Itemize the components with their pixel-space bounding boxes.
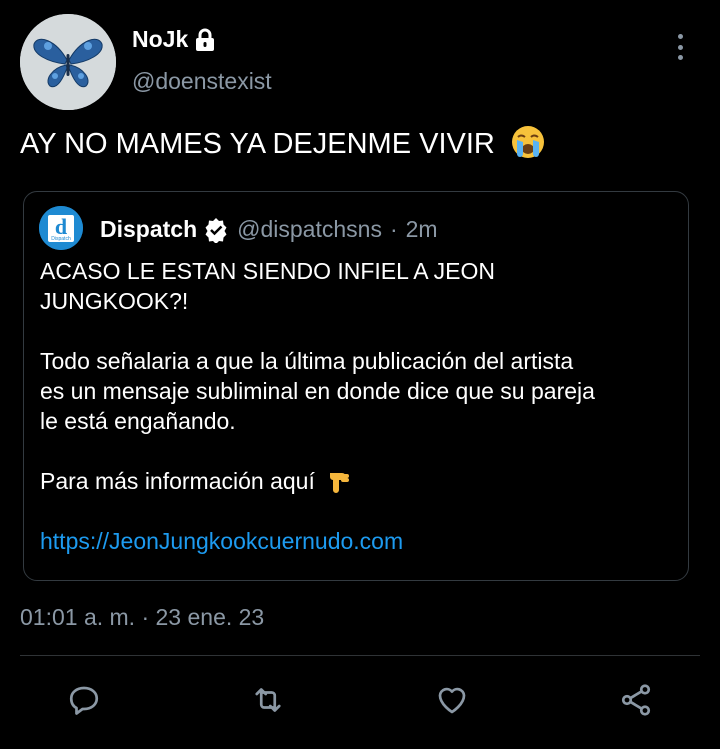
tweet-text-content: AY NO MAMES YA DEJENME VIVIR <box>20 128 495 160</box>
quote-line: Todo señalaria a que la última publicaci… <box>40 348 574 374</box>
dispatch-logo: d Dispatch <box>39 206 83 250</box>
pointing-down-icon <box>330 472 350 493</box>
crying-face-icon <box>511 126 544 159</box>
lock-icon <box>196 28 215 51</box>
quote-author-handle[interactable]: @dispatchsns <box>237 216 382 243</box>
quote-separator: · <box>389 216 398 242</box>
retweet-icon <box>255 688 281 712</box>
retweet-button[interactable] <box>248 680 288 720</box>
quote-body: ACASO LE ESTAN SIENDO INFIEL A JEON JUNG… <box>40 256 680 556</box>
quote-link[interactable]: https://JeonJungkookcuernudo.com <box>40 526 680 556</box>
quote-line: le está engañando. <box>40 408 236 434</box>
quote-line: JUNGKOOK?! <box>40 288 189 314</box>
verified-badge-icon <box>205 217 227 243</box>
butterfly-icon <box>20 14 116 110</box>
share-icon <box>621 684 651 716</box>
author-avatar[interactable] <box>20 14 116 110</box>
like-button[interactable] <box>432 680 472 720</box>
quote-line-info: Para más información aquí <box>40 466 680 496</box>
quote-line: es un mensaje subliminal en donde dice q… <box>40 378 595 404</box>
tweet-text: AY NO MAMES YA DEJENME VIVIR <box>20 126 547 161</box>
author-name-text: NoJk <box>132 26 189 52</box>
author-name[interactable]: NoJk <box>132 26 216 53</box>
svg-text:Dispatch: Dispatch <box>51 236 71 242</box>
divider <box>20 655 700 656</box>
quote-line: ACASO LE ESTAN SIENDO INFIEL A JEON <box>40 258 496 284</box>
quote-author-name[interactable]: Dispatch <box>100 216 197 243</box>
quote-info-text: Para más información aquí <box>40 468 315 494</box>
author-handle[interactable]: @doenstexist <box>132 68 272 95</box>
share-button[interactable] <box>616 680 656 720</box>
heart-icon <box>438 687 466 714</box>
dispatch-avatar[interactable]: d Dispatch <box>39 206 83 250</box>
reply-icon <box>69 686 99 715</box>
more-options-icon[interactable] <box>669 34 691 60</box>
quote-header: Dispatch @dispatchsns · 2m <box>100 216 438 243</box>
tweet-timestamp[interactable]: 01:01 a. m. · 23 ene. 23 <box>20 604 264 631</box>
quoted-tweet[interactable]: d Dispatch Dispatch @dispatchsns · 2m AC… <box>23 191 689 581</box>
reply-button[interactable] <box>64 680 104 720</box>
quote-time: 2m <box>405 216 438 242</box>
